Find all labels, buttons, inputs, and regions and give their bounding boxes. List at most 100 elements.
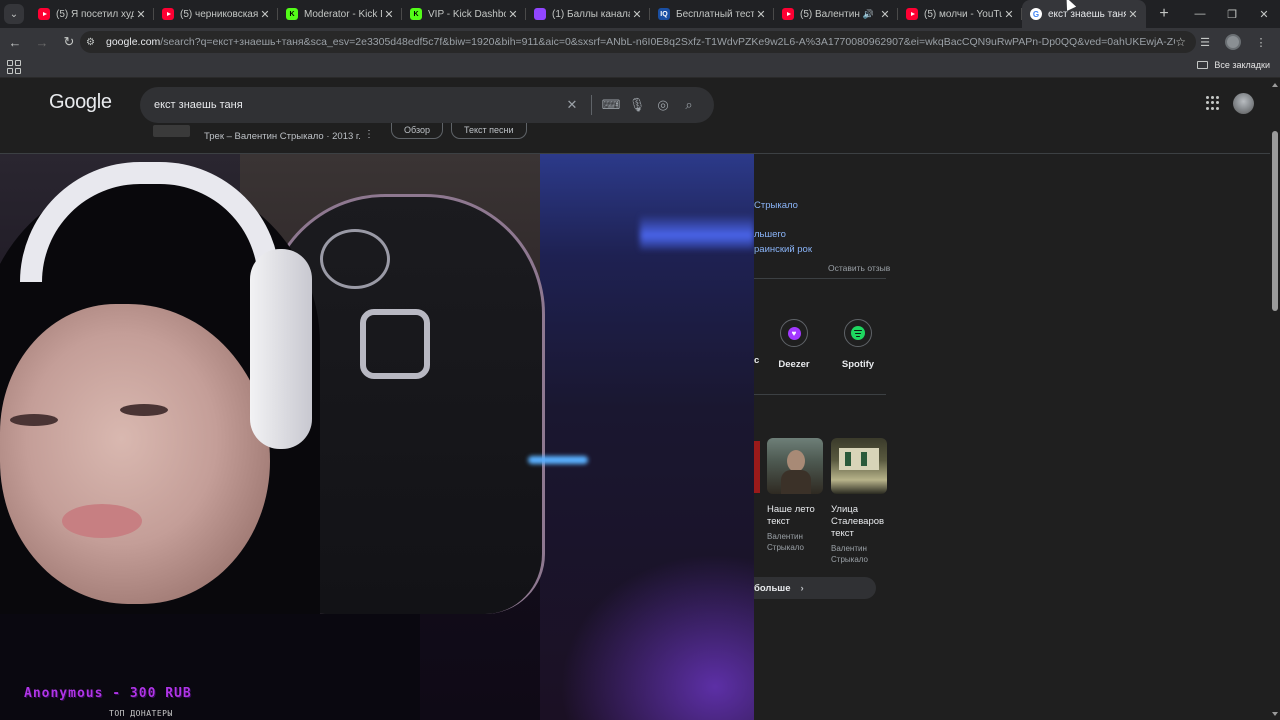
keyboard-icon[interactable]: ⌨ [598,92,624,118]
song-card-thumbnail [767,438,823,494]
profile-avatar [1225,34,1241,50]
webcam-eye [120,404,168,416]
artist-link[interactable]: Стрыкало [754,200,798,211]
microphone-icon[interactable]: 🎙 [624,92,650,118]
track-thumbnail[interactable] [153,125,190,137]
webcam-eye [10,414,58,426]
partial-card-thumbnail [754,441,760,493]
webcam-lips [62,504,142,538]
apps-grid-icon[interactable] [7,59,21,74]
song-card[interactable]: Улица Сталеваров текст Валентин Стрыкало [831,438,887,565]
tab[interactable]: (5) Я посетил худшие✕ [30,0,154,28]
address-bar[interactable]: ⚙ google.com/search?q=екст+знаешь+таня&s… [80,31,1196,53]
youtube-icon [38,8,50,20]
bookmarks-bar: Все закладки [0,56,1280,78]
scroll-down-icon[interactable] [1272,712,1278,716]
site-info-icon[interactable]: ⚙ [86,37,100,48]
tab[interactable]: (5) черниковская ха✕ [154,0,278,28]
close-tab-icon[interactable]: ✕ [754,8,768,21]
service-spotify[interactable]: Spotify [831,319,885,370]
album-link[interactable]: льшего [754,229,786,240]
genre-link[interactable]: раинский рок [754,244,812,255]
browser-toolbar: ← → ↻ ⚙ google.com/search?q=екст+знаешь+… [0,28,1280,56]
menu-kebab-icon[interactable]: ⋮ [1250,31,1272,53]
clear-icon[interactable]: ✕ [559,92,585,118]
song-card-title: Наше лето текст [767,504,815,527]
speaker-icon[interactable]: 🔊 [863,9,874,20]
all-bookmarks-label: Все закладки [1214,60,1270,70]
scroll-up-icon[interactable] [1272,83,1278,87]
url-text[interactable]: google.com/search?q=екст+знаешь+таня&sca… [106,36,1175,48]
new-tab-button[interactable]: + [1152,2,1176,26]
kick-icon: K [286,8,298,20]
tab-title: (1) Баллы канала - Tw [552,8,630,20]
service-label: Deezer [778,359,810,370]
service-label: Spotify [841,359,875,370]
headphone-earcup [250,249,312,449]
song-card-artist: Валентин Стрыкало [831,544,868,564]
minimize-icon[interactable]: — [1184,0,1216,28]
restore-icon[interactable]: ❐ [1216,0,1248,28]
youtube-icon [906,8,918,20]
search-icon[interactable]: ⌕ [676,92,702,118]
song-card-thumbnail [831,438,887,494]
webcam-blue-light [528,456,588,464]
service-deezer[interactable]: ♥ Deezer [767,319,821,370]
youtube-icon [782,8,794,20]
song-card-title: Улица Сталеваров текст [831,504,885,539]
feedback-link[interactable]: Оставить отзыв [828,263,890,273]
account-avatar[interactable] [1233,93,1254,114]
tab[interactable]: (1) Баллы канала - Tw✕ [526,0,650,28]
toolbar-actions: ☰ ⋮ [1194,30,1272,54]
page-scrollbar[interactable] [1270,79,1280,720]
close-tab-icon[interactable]: ✕ [630,8,644,21]
scroll-thumb[interactable] [1272,131,1278,311]
close-tab-icon[interactable]: ✕ [382,8,396,21]
chip-lyrics[interactable]: Текст песни [451,123,527,139]
tab[interactable]: Gекст знаешь таня - П✕ [1022,0,1146,28]
chair-logo [320,229,390,289]
search-input[interactable]: екст знаешь таня [154,99,559,111]
song-card[interactable]: Наше лето текст Валентин Стрыкало [767,438,823,553]
tab[interactable]: IQ Бесплатный тест на✕ [650,0,774,28]
close-tab-icon[interactable]: ✕ [134,8,148,21]
more-options-icon[interactable]: ⋮ [364,129,374,140]
panel-divider [754,394,886,395]
forward-arrow-icon[interactable]: → [30,30,54,54]
youtube-icon [162,8,174,20]
close-tab-icon[interactable]: ✕ [258,8,272,21]
google-icon: G [1030,8,1042,20]
reading-list-icon[interactable]: ☰ [1194,31,1216,53]
google-apps-icon[interactable] [1206,96,1220,110]
search-box[interactable]: екст знаешь таня ✕ ⌨ 🎙 ◎ ⌕ [140,87,714,123]
all-bookmarks-button[interactable]: Все закладки [1197,60,1270,70]
google-logo[interactable]: Google [49,91,112,114]
webcam-led-glow [640,214,754,250]
back-arrow-icon[interactable]: ← [3,30,27,54]
profile-icon[interactable] [1222,31,1244,53]
bookmark-star-icon[interactable]: ☆ [1175,35,1186,49]
close-tab-icon[interactable]: ✕ [1002,8,1016,21]
chip-overview[interactable]: Обзор [391,123,443,139]
close-window-icon[interactable]: ✕ [1248,0,1280,28]
webcam-overlay: Anonymous - 300 RUB ТОП ДОНАТЕРЫ [0,154,754,720]
tab-title: (5) молчи - YouTube [924,8,1002,20]
panel-divider [754,278,886,279]
deezer-icon: ♥ [780,319,808,347]
tab[interactable]: K VIP - Kick Dashboard✕ [402,0,526,28]
show-more-button[interactable]: больше › [754,577,876,599]
show-more-label: больше [754,582,791,594]
tab[interactable]: (5) молчи - YouTube✕ [898,0,1022,28]
tab-title: (5) черниковская ха [180,8,258,20]
search-divider [591,95,592,115]
reload-icon[interactable]: ↻ [57,30,81,54]
partial-service-label: с [754,355,760,366]
google-header: Google екст знаешь таня ✕ ⌨ 🎙 ◎ ⌕ Трек –… [0,79,1270,154]
close-tab-icon[interactable]: ✕ [1126,8,1140,21]
tab[interactable]: K Moderator - Kick Das✕ [278,0,402,28]
close-tab-icon[interactable]: ✕ [506,8,520,21]
lens-camera-icon[interactable]: ◎ [650,92,676,118]
close-tab-icon[interactable]: ✕ [878,8,892,21]
tab[interactable]: (5) Валентин Стр🔊 ✕ [774,0,898,28]
tab-search-button[interactable]: ⌄ [4,4,24,24]
